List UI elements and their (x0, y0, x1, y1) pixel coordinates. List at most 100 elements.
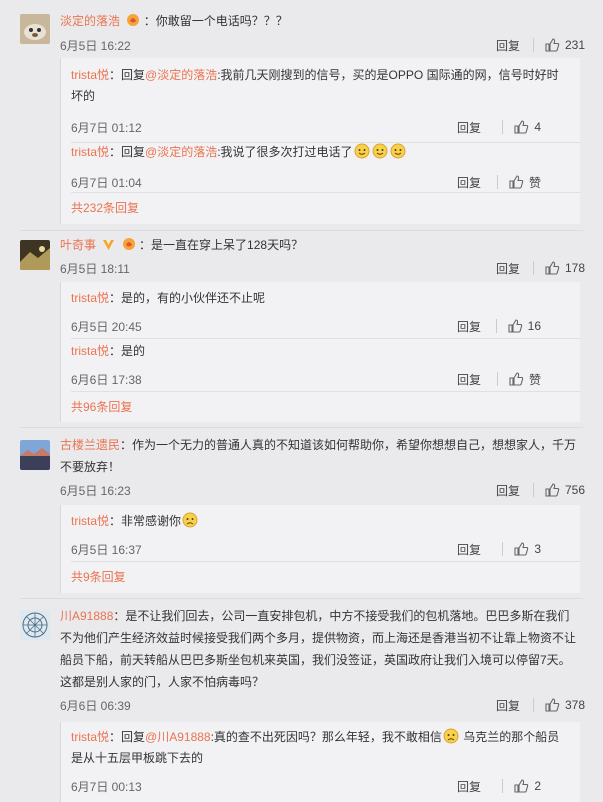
thumbs-up-icon (509, 372, 524, 386)
thumbs-up-icon (509, 175, 524, 189)
divider (71, 338, 581, 339)
comment-body: ：是不让我们回去，公司一直安排包机，中方不接受我们的包机落地。巴巴多斯在我们 (113, 609, 570, 623)
like-count: 231 (564, 38, 585, 52)
timestamp: 6月5日 16:37 (71, 543, 142, 557)
comment-meta: 6月5日 18:11 回复 178 (60, 258, 585, 278)
username-link[interactable]: trista悦 (71, 145, 109, 159)
comment-meta: 6月5日 16:22 回复 231 (60, 35, 585, 55)
username-link[interactable]: 淡定的落浩 (60, 14, 120, 28)
reply-box: trista悦：是的，有的小伙伴还不止呢 6月5日 20:45 回复 16 tr… (60, 282, 581, 422)
reply-meta: 6月7日 01:12 回复 4 (71, 117, 541, 137)
reply-text: trista悦：是的，有的小伙伴还不止呢 (71, 288, 581, 309)
reply-body: ：是的 (109, 344, 146, 358)
thumbs-up-icon (514, 542, 529, 556)
thumbs-up-icon (545, 698, 560, 712)
thumbs-up-icon (545, 483, 560, 497)
username-link[interactable]: trista悦 (71, 344, 109, 358)
thumbs-up-icon (508, 319, 522, 333)
like-count: 4 (534, 120, 541, 134)
like-button[interactable]: 231 (523, 35, 585, 55)
like-count: 3 (534, 542, 541, 556)
comment-meta: 6月5日 16:23 回复 756 (60, 480, 585, 500)
like-button[interactable]: 4 (492, 117, 541, 137)
like-count: 2 (534, 779, 541, 793)
reply-prefix: ：回复 (109, 730, 146, 744)
comment-meta: 6月6日 06:39 回复 378 (60, 695, 585, 715)
comment-body-cont: 不要放弃！ (60, 460, 121, 474)
username-link[interactable]: 叶奇事 (60, 238, 96, 252)
like-count: 赞 (528, 175, 541, 190)
like-button[interactable]: 16 (486, 316, 541, 336)
timestamp: 6月7日 01:04 (71, 176, 142, 190)
like-button[interactable]: 赞 (487, 172, 541, 192)
reply-button[interactable]: 回复 (457, 371, 481, 388)
reply-button[interactable]: 回复 (496, 482, 520, 499)
reply-button[interactable]: 回复 (457, 119, 481, 136)
username-link[interactable]: trista悦 (71, 68, 109, 82)
verified-v-icon (102, 236, 115, 258)
like-count: 16 (527, 319, 541, 333)
like-button[interactable]: 赞 (487, 369, 541, 389)
like-button[interactable]: 3 (492, 539, 541, 559)
divider (532, 483, 534, 497)
mention-link[interactable]: @淡定的落浩 (145, 68, 217, 82)
reply-body-cont: 乌克兰的那个船员 (459, 730, 560, 744)
divider (496, 175, 498, 189)
comment-body-cont: 这都是别人家的门，人家不怕病毒吗？ (60, 675, 265, 689)
divider (71, 192, 581, 193)
avatar[interactable] (20, 240, 50, 270)
divider (20, 598, 583, 599)
more-replies-link[interactable]: 共232条回复 (71, 199, 139, 216)
reply-meta: 6月7日 00:13 回复 2 (71, 776, 541, 796)
divider (20, 230, 583, 231)
more-replies-link[interactable]: 共9条回复 (71, 568, 126, 585)
more-replies-link[interactable]: 共96条回复 (71, 398, 132, 415)
divider (495, 319, 497, 333)
reply-button[interactable]: 回复 (496, 37, 520, 54)
reply-text: trista悦：是的 (71, 341, 581, 362)
reply-meta: 6月5日 16:37 回复 3 (71, 539, 541, 559)
timestamp: 6月5日 20:45 (71, 320, 142, 334)
timestamp: 6月5日 16:23 (60, 484, 131, 498)
mention-link[interactable]: @淡定的落浩 (145, 145, 217, 159)
comment-text: 川A91888：是不让我们回去，公司一直安排包机，中方不接受我们的包机落地。巴巴… (60, 605, 580, 693)
like-button[interactable]: 2 (492, 776, 541, 796)
like-count: 378 (564, 698, 585, 712)
username-link[interactable]: trista悦 (71, 291, 109, 305)
divider (20, 427, 583, 428)
reply-button[interactable]: 回复 (457, 778, 481, 795)
comment-body: ：你敢留一个电话吗？？？ (143, 14, 288, 28)
divider (71, 391, 581, 392)
reply-prefix: ：回复 (109, 145, 146, 159)
avatar[interactable] (20, 610, 50, 640)
reply-box: trista悦：回复@川A91888:真的查不出死因吗？那么年轻，我不敢相信 乌… (60, 722, 580, 802)
like-button[interactable]: 756 (523, 480, 585, 500)
username-link[interactable]: trista悦 (71, 730, 109, 744)
reply-body: ：非常感谢你 (109, 514, 182, 528)
mention-link[interactable]: @川A91888 (145, 730, 211, 744)
divider (496, 372, 498, 386)
reply-text: trista悦：回复@川A91888:真的查不出死因吗？那么年轻，我不敢相信 乌… (71, 727, 581, 769)
username-link[interactable]: 川A91888 (60, 609, 113, 623)
reply-button[interactable]: 回复 (496, 260, 520, 277)
reply-button[interactable]: 回复 (496, 697, 520, 714)
timestamp: 6月5日 16:22 (60, 39, 131, 53)
reply-box: trista悦：回复@淡定的落浩:我前几天刚搜到的信号，买的是OPPO 国际通的… (60, 58, 581, 224)
reply-button[interactable]: 回复 (457, 318, 481, 335)
divider (502, 542, 504, 556)
avatar[interactable] (20, 440, 50, 470)
like-count: 756 (564, 483, 585, 497)
reply-text: trista悦：回复@淡定的落浩:我说了很多次打过电话了 (71, 142, 581, 163)
reply-text: trista悦：非常感谢你 (71, 511, 581, 532)
like-button[interactable]: 378 (523, 695, 585, 715)
divider (71, 561, 581, 562)
avatar[interactable] (20, 14, 50, 44)
fire-badge-icon (122, 236, 136, 258)
sad-emoji-icon (182, 512, 198, 528)
username-link[interactable]: 古楼兰遗民 (60, 438, 120, 452)
username-link[interactable]: trista悦 (71, 514, 109, 528)
reply-button[interactable]: 回复 (457, 174, 481, 191)
reply-button[interactable]: 回复 (457, 541, 481, 558)
like-button[interactable]: 178 (523, 258, 585, 278)
divider (532, 698, 534, 712)
